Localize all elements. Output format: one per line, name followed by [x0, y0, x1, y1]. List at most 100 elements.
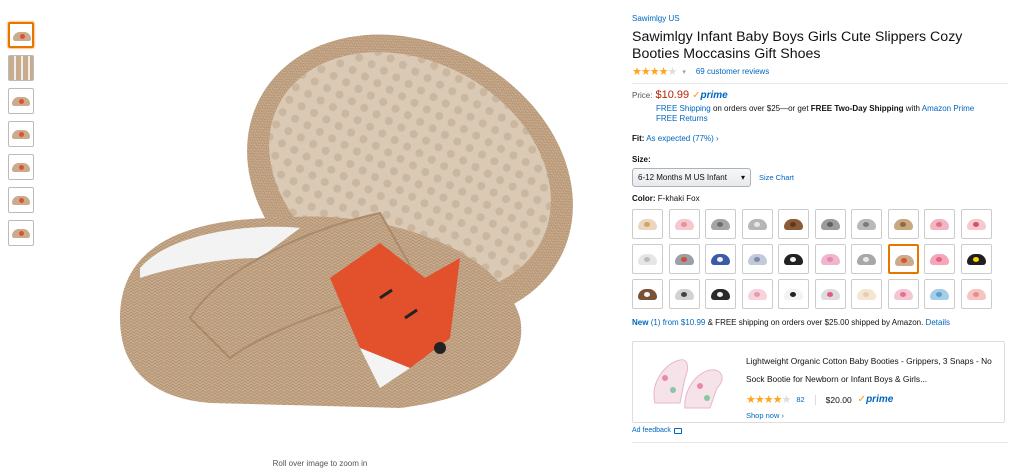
color-swatch[interactable] — [960, 244, 992, 274]
zoom-hint: Roll over image to zoom in — [272, 459, 368, 468]
color-swatch[interactable] — [778, 279, 809, 309]
thumbnail-5[interactable] — [8, 154, 34, 180]
price-row: Price: $10.99 ✓prime — [632, 89, 1008, 101]
divider — [632, 83, 1008, 84]
color-swatch[interactable] — [814, 244, 846, 274]
color-swatch[interactable] — [705, 244, 736, 274]
chevron-down-icon: ▾ — [740, 173, 745, 182]
chevron-down-icon[interactable]: ▾ — [682, 68, 686, 76]
swatch-accent — [644, 222, 650, 227]
color-swatch[interactable] — [741, 279, 773, 309]
color-swatch[interactable] — [814, 209, 846, 239]
ad-feedback-icon — [673, 427, 682, 434]
free-shipping-link[interactable]: FREE Shipping — [656, 104, 711, 113]
product-details: Sawimlgy US Sawimlgy Infant Baby Boys Gi… — [632, 8, 1008, 448]
color-swatch[interactable] — [668, 244, 700, 274]
color-swatch[interactable] — [887, 244, 919, 274]
swatch-accent — [753, 257, 760, 262]
swatch-accent — [899, 292, 906, 297]
size-dropdown[interactable]: 6-12 Months M US Infant ▾ — [632, 168, 751, 187]
divider — [814, 394, 816, 405]
price-label: Price: — [632, 90, 653, 100]
color-swatch[interactable] — [924, 244, 955, 274]
main-product-image[interactable] — [80, 18, 600, 448]
color-swatch[interactable] — [960, 209, 992, 239]
ad-body: Lightweight Organic Cotton Baby Booties … — [746, 351, 998, 420]
color-swatch[interactable] — [741, 244, 773, 274]
ad-price: $20.00 — [825, 394, 852, 405]
price-amount: $10.99 — [655, 89, 690, 101]
color-swatch[interactable] — [924, 279, 955, 309]
swatch-accent — [826, 292, 833, 297]
rating-stars-icon[interactable]: ★★★★★ — [632, 65, 677, 78]
swatch-accent — [717, 222, 723, 227]
swatch-accent — [899, 222, 906, 227]
swatch-accent — [790, 222, 796, 227]
swatch-accent — [972, 292, 979, 297]
prime-check-icon: ✓ — [692, 89, 701, 101]
ad-product-image[interactable] — [645, 348, 733, 416]
ad-feedback[interactable]: Ad feedback — [632, 427, 1008, 434]
color-swatch[interactable] — [887, 209, 919, 239]
sponsored-ad[interactable]: Lightweight Organic Cotton Baby Booties … — [632, 341, 1005, 423]
color-label: Color: F-khaki Fox — [632, 194, 700, 203]
reviews-link[interactable]: 69 customer reviews — [696, 67, 769, 76]
color-swatch[interactable] — [668, 279, 700, 309]
swatch-accent — [863, 222, 869, 227]
free-returns-link[interactable]: FREE Returns — [656, 114, 708, 123]
color-swatch[interactable] — [778, 244, 809, 274]
new-offers-link[interactable]: New (1) from $10.99 — [632, 318, 705, 327]
fit-row: Fit: As expected (77%) › — [632, 134, 719, 143]
brand-link[interactable]: Sawimlgy US — [632, 14, 680, 23]
color-swatch[interactable] — [814, 279, 846, 309]
swatch-accent — [936, 257, 942, 262]
size-chart-link[interactable]: Size Chart — [759, 173, 794, 182]
color-swatch[interactable] — [851, 209, 882, 239]
color-swatch[interactable] — [705, 209, 736, 239]
color-swatch-grid — [632, 209, 1008, 309]
color-swatch[interactable] — [668, 209, 700, 239]
swatch-accent — [900, 258, 907, 263]
swatch-accent — [863, 292, 869, 297]
swatch-accent — [680, 222, 687, 227]
ad-rating-stars-icon: ★★★★★ — [746, 394, 791, 406]
color-swatch[interactable] — [632, 279, 663, 309]
color-swatch[interactable] — [887, 279, 919, 309]
details-link[interactable]: Details — [926, 318, 950, 327]
thumbnail-7[interactable] — [8, 220, 34, 246]
swatch-accent — [644, 292, 650, 297]
ad-title-link[interactable]: Lightweight Organic Cotton Baby Booties … — [746, 356, 992, 384]
swatch-accent — [753, 222, 760, 227]
thumbnail-4[interactable] — [8, 121, 34, 147]
swatch-accent — [936, 292, 942, 297]
thumbnail-3[interactable] — [8, 88, 34, 114]
swatch-accent — [826, 257, 833, 262]
color-swatch[interactable] — [632, 209, 663, 239]
thumbnail-6[interactable] — [8, 187, 34, 213]
divider — [632, 442, 1008, 443]
thumbnail-1[interactable] — [8, 22, 34, 48]
size-row: 6-12 Months M US Infant ▾ Size Chart — [632, 168, 1008, 187]
color-swatch[interactable] — [851, 279, 882, 309]
swatch-accent — [717, 292, 723, 297]
color-swatch[interactable] — [960, 279, 992, 309]
color-swatch[interactable] — [705, 279, 736, 309]
swatch-accent — [644, 257, 650, 262]
color-swatch[interactable] — [778, 209, 809, 239]
ad-meta: ★★★★★ 82 $20.00 ✓prime — [746, 393, 998, 406]
size-label: Size: — [632, 155, 651, 164]
swatch-accent — [680, 257, 687, 262]
fit-link[interactable]: As expected (77%) › — [646, 134, 719, 143]
swatch-accent — [826, 222, 833, 227]
ad-review-count[interactable]: 82 — [796, 395, 804, 404]
color-swatch[interactable] — [741, 209, 773, 239]
new-offers: New (1) from $10.99 & FREE shipping on o… — [632, 318, 950, 327]
color-swatch[interactable] — [632, 244, 663, 274]
swatch-accent — [863, 257, 869, 262]
amazon-prime-link[interactable]: Amazon Prime — [922, 104, 974, 113]
swatch-accent — [972, 222, 979, 227]
shop-now-link[interactable]: Shop now › — [746, 411, 784, 420]
color-swatch[interactable] — [924, 209, 955, 239]
color-swatch[interactable] — [851, 244, 882, 274]
thumbnail-2[interactable] — [8, 55, 34, 81]
